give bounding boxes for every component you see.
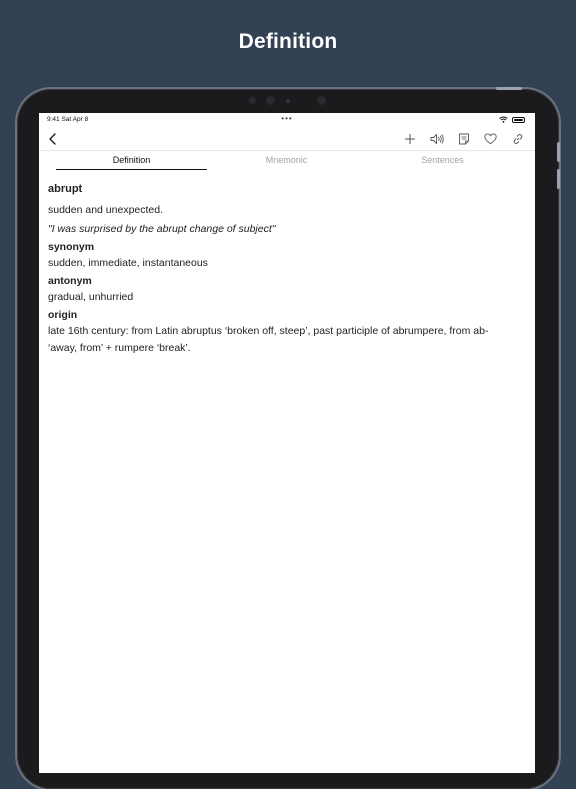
note-icon <box>458 133 469 145</box>
volume-down-button <box>557 169 560 189</box>
tab-definition[interactable]: Definition <box>56 151 207 170</box>
back-button[interactable] <box>43 129 63 149</box>
status-bar: 9:41 Sat Apr 8 ••• <box>39 113 535 127</box>
origin-text: late 16th century: from Latin abruptus ‘… <box>48 325 489 354</box>
add-button[interactable] <box>400 129 419 149</box>
entry-word: abrupt <box>48 183 83 195</box>
pronounce-button[interactable] <box>427 129 446 149</box>
active-tab-indicator <box>56 169 207 170</box>
camera-dot <box>249 97 256 104</box>
app-screen: 9:41 Sat Apr 8 ••• Definition Mnemonic S… <box>39 113 535 773</box>
battery-icon <box>512 116 525 123</box>
power-button <box>496 87 522 90</box>
note-button[interactable] <box>454 129 473 149</box>
heart-icon <box>484 133 497 145</box>
plus-icon <box>404 134 415 144</box>
tab-bar: Definition Mnemonic Sentences <box>39 151 535 171</box>
antonym-list: gradual, unhurried <box>48 291 134 303</box>
share-link-button[interactable] <box>508 129 527 149</box>
volume-up-button <box>557 142 560 162</box>
status-time: 9:41 Sat Apr 8 <box>47 116 89 123</box>
entry-example: "I was surprised by the abrupt change of… <box>48 223 276 235</box>
definition-content: abrupt sudden and unexpected. "I was sur… <box>48 181 518 357</box>
link-icon <box>513 134 522 144</box>
camera-dot <box>317 96 326 105</box>
speaker-icon <box>430 134 444 144</box>
chevron-left-icon <box>49 133 56 145</box>
wifi-icon <box>499 116 508 123</box>
camera-lens <box>286 99 290 103</box>
nav-bar <box>39 128 535 150</box>
synonym-list: sudden, immediate, instantaneous <box>48 257 208 269</box>
tab-mnemonic[interactable]: Mnemonic <box>211 151 362 170</box>
camera-dot <box>266 96 275 105</box>
multitask-dots[interactable]: ••• <box>277 114 297 123</box>
tab-sentences[interactable]: Sentences <box>367 151 518 170</box>
page-title: Definition <box>238 30 338 53</box>
favorite-button[interactable] <box>481 129 500 149</box>
antonym-heading: antonym <box>48 275 92 287</box>
origin-heading: origin <box>48 309 78 321</box>
entry-definition: sudden and unexpected. <box>48 204 164 216</box>
synonym-heading: synonym <box>48 241 95 253</box>
